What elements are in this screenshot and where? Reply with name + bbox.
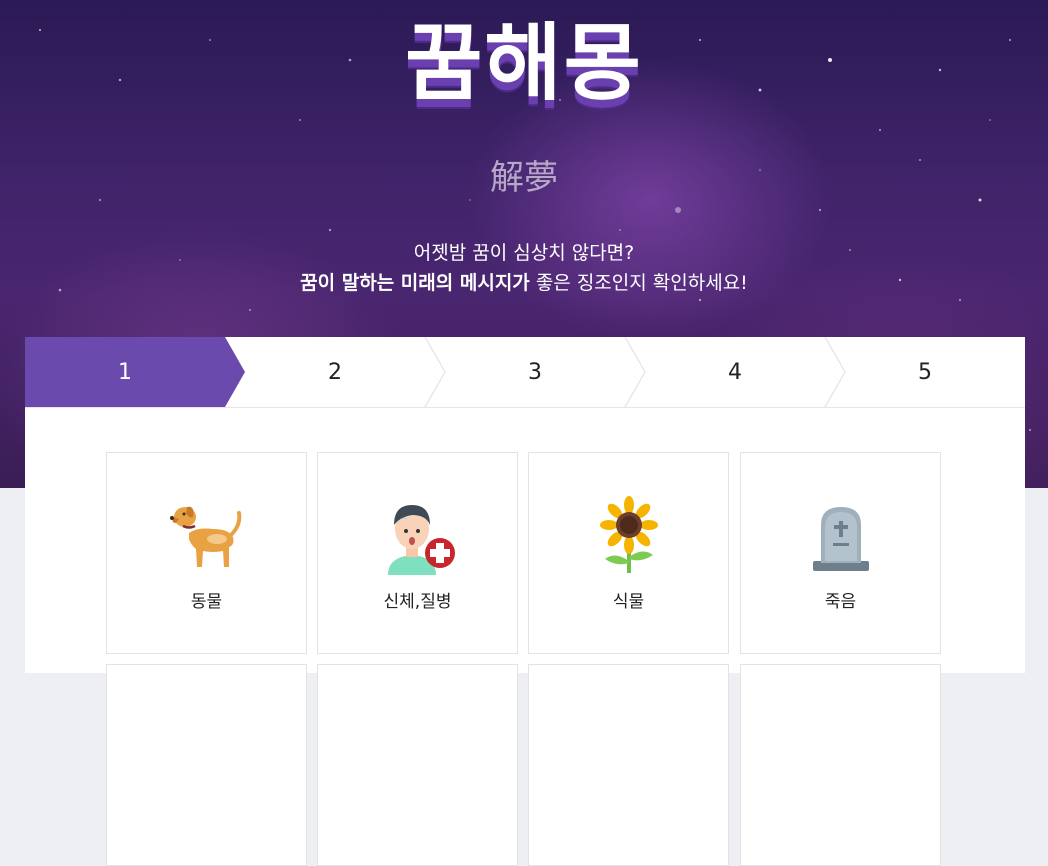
category-tile[interactable]	[528, 664, 729, 866]
dog-icon	[169, 506, 241, 567]
category-label: 식물	[612, 592, 645, 612]
step-1[interactable]: 1	[25, 337, 225, 407]
category-tile[interactable]	[740, 664, 941, 866]
site-logo[interactable]: 꿈해몽	[0, 8, 1048, 118]
tagline-rest-text: 좋은 징조인지 확인하세요!	[529, 272, 748, 294]
category-label: 동물	[190, 592, 223, 612]
tagline-line-2: 꿈이 말하는 미래의 메시지가 좋은 징조인지 확인하세요!	[0, 268, 1048, 298]
page-subtitle: 解夢	[490, 158, 558, 198]
category-tile-body-illness[interactable]: 신체,질병	[317, 452, 518, 654]
category-tile-animal[interactable]: 동물	[106, 452, 307, 654]
tagline-line-1: 어젯밤 꿈이 심상치 않다면?	[413, 242, 635, 264]
tagline-bold-text: 꿈이 말하는 미래의 메시지가	[300, 272, 530, 294]
category-tile-plant[interactable]: 식물	[528, 452, 729, 654]
step-4[interactable]: 4	[635, 337, 835, 407]
sunflower-icon	[599, 496, 658, 573]
category-tile[interactable]	[317, 664, 518, 866]
sick-person-icon	[387, 505, 455, 575]
category-label: 죽음	[824, 592, 857, 612]
tagline: 어젯밤 꿈이 심상치 않다면? 꿈이 말하는 미래의 메시지가 좋은 징조인지 …	[0, 238, 1048, 298]
dream-category-card: 1 2 3 4 5 동물 신체,질병 식물 죽음	[25, 337, 1025, 866]
category-tile-death[interactable]: 죽음	[740, 452, 941, 654]
category-label: 신체,질병	[383, 592, 452, 612]
step-5[interactable]: 5	[835, 337, 1015, 407]
category-tile[interactable]	[106, 664, 307, 866]
gravestone-icon	[812, 507, 869, 571]
step-2[interactable]: 2	[235, 337, 435, 407]
step-progress: 1 2 3 4 5	[25, 337, 1025, 408]
step-3[interactable]: 3	[435, 337, 635, 407]
